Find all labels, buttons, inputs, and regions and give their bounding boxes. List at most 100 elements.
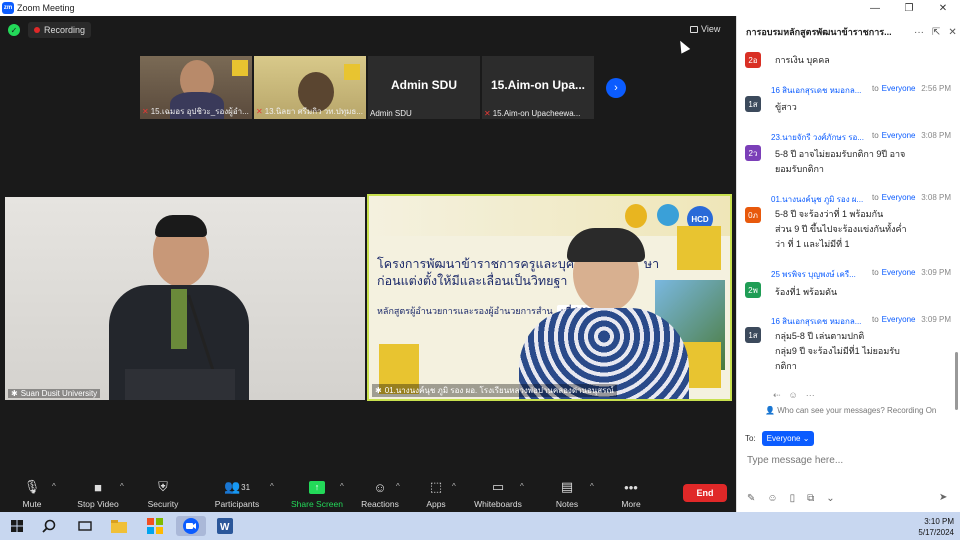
speaker-hair (567, 228, 645, 262)
reactions-label: Reactions (361, 499, 399, 509)
to-word: to (872, 131, 879, 140)
participants-label: Participants (214, 499, 260, 509)
apps-button[interactable]: ⬚ Apps (420, 478, 452, 509)
pop-out-icon[interactable]: ⇱ (932, 27, 940, 38)
windows-taskbar: W 3:10 PM 5/17/2024 (0, 512, 960, 540)
task-view-icon[interactable] (74, 516, 96, 536)
chevron-down-icon: ⌄ (802, 434, 810, 443)
message-line: กติกา (775, 361, 797, 371)
send-icon[interactable]: ➤ (939, 492, 947, 503)
chevron-down-icon[interactable]: ⌄ (826, 493, 834, 504)
word-app-icon[interactable]: W (214, 516, 236, 536)
video-options-chevron-icon[interactable]: ^ (120, 482, 124, 491)
to-word: to (872, 315, 879, 324)
message-text: ร้องที่1 พร้อมดัน (775, 287, 838, 297)
mute-button[interactable]: 🎙 Mute (14, 478, 50, 509)
participants-icon: 👥 (223, 479, 241, 494)
message-time: 3:08 PM (921, 193, 951, 202)
emblem-logo (625, 204, 647, 228)
message-more-icon[interactable]: ··· (806, 390, 815, 401)
recipient-select[interactable]: Everyone ⌄ (761, 431, 815, 446)
file-explorer-icon[interactable] (108, 516, 130, 536)
message-sender[interactable]: 23.นายจักรี วงศ์ภักษร รอ... (771, 131, 869, 144)
security-shield-icon[interactable]: ✓ (8, 24, 20, 36)
chat-panel: การอบรมหลักสูตรพัฒนาข้าราชการ... ··· ⇱ ✕… (736, 16, 960, 512)
shield-icon: ⛨ (158, 479, 168, 494)
apps-options-chevron-icon[interactable]: ^ (452, 482, 456, 491)
emoji-icon[interactable]: ☺ (767, 493, 777, 504)
share-screen-label: Share Screen (291, 499, 343, 509)
chat-scrollbar[interactable] (955, 352, 958, 410)
participant-name: 15.เฉมอร อุปชิวะ_รองผู้อำ... (150, 107, 249, 116)
video-tile-right[interactable]: HCD โครงการพัฒนาข้าราชการครูและบุคล ษา ก่… (367, 194, 732, 401)
message-time: 3:09 PM (921, 315, 951, 324)
chat-message: 0ภ 01.นางนงค์นุช ภูมิ รอง ผ... to Everyone… (737, 193, 953, 257)
next-page-button[interactable]: › (606, 78, 626, 98)
svg-text:W: W (220, 522, 230, 533)
security-label: Security (147, 499, 179, 509)
system-clock[interactable]: 3:10 PM 5/17/2024 (918, 516, 954, 538)
avatar: 2พ (745, 282, 761, 298)
add-reaction-icon[interactable]: ☺ (789, 390, 798, 401)
message-recipient: Everyone (881, 84, 916, 93)
participant-name: Admin SDU (370, 109, 412, 118)
message-sender[interactable]: 01.นางนงค์นุช ภูมิ รอง ผ... (771, 193, 869, 206)
message-sender[interactable]: 25 พรพิจร บุญพงษ์ เครื... (771, 268, 869, 281)
round-logo (657, 204, 679, 226)
search-icon[interactable] (38, 516, 60, 536)
minimize-button[interactable]: — (858, 3, 892, 14)
share-options-chevron-icon[interactable]: ^ (340, 482, 344, 491)
chat-message: 2อ การเงิน บุคคล (737, 52, 953, 74)
share-screen-icon: ↑ (309, 480, 325, 494)
tile-participant-name: 01.นางนงค์นุช ภูมิ รอง ผอ. โรงเรียนหลวงพ… (384, 386, 614, 395)
format-text-icon[interactable]: ✎ (747, 493, 755, 504)
screenshot-icon[interactable]: ⧉ (807, 493, 814, 504)
window-title: Zoom Meeting (17, 3, 75, 13)
mute-options-chevron-icon[interactable]: ^ (52, 482, 56, 491)
participants-button[interactable]: 👥 31 Participants (210, 478, 264, 509)
message-sender[interactable]: 16 สินเอกสุรเดช หมอกล... (771, 84, 869, 97)
pin-icon: ✱ (375, 386, 382, 395)
message-recipient: Everyone (881, 131, 916, 140)
participant-thumbnail[interactable]: ✕ 13.นิลยา ศรีมกิว วท.ปทุมธ... (254, 56, 366, 119)
more-options-icon[interactable]: ··· (914, 27, 924, 38)
participant-name: 15.Aim-on Upacheewa... (492, 109, 581, 118)
reply-icon[interactable]: ⇠ (773, 390, 781, 401)
share-screen-button[interactable]: ↑ Share Screen (290, 478, 344, 509)
zoom-app-icon[interactable] (176, 516, 206, 536)
file-icon[interactable]: ▯ (790, 493, 796, 504)
view-button[interactable]: View (690, 24, 720, 34)
end-meeting-button[interactable]: End (683, 484, 727, 502)
mouse-cursor-icon (675, 38, 691, 54)
security-button[interactable]: ⛨ Security (143, 478, 183, 509)
notes-options-chevron-icon[interactable]: ^ (590, 482, 594, 491)
who-can-see-link[interactable]: 👤 Who can see your messages? Recording O… (765, 406, 936, 415)
windows-start-icon[interactable] (6, 516, 28, 536)
message-recipient: Everyone (881, 268, 916, 277)
restore-button[interactable]: ❐ (892, 3, 926, 14)
stop-video-button[interactable]: ■ Stop Video (72, 478, 124, 510)
store-app-icon[interactable] (144, 516, 166, 536)
close-button[interactable]: ✕ (926, 3, 960, 14)
notes-button[interactable]: ▤ Notes (550, 478, 584, 509)
whiteboards-options-chevron-icon[interactable]: ^ (520, 482, 524, 491)
chat-message: 1ส 16 สินเอกสุรเดช หมอกล... to Everyone 3:0… (737, 315, 953, 379)
chat-header: การอบรมหลักสูตรพัฒนาข้าราชการ... ··· ⇱ ✕ (737, 16, 960, 48)
stop-video-label: Stop Video (77, 499, 119, 509)
message-sender[interactable]: 16 สินเอกสุรเดช หมอกล... (771, 315, 869, 328)
yellow-cube-shape (344, 64, 360, 80)
recording-dot-icon (34, 27, 40, 33)
recording-indicator[interactable]: Recording (28, 22, 92, 38)
more-button[interactable]: ••• More (614, 478, 648, 510)
participant-thumbnail[interactable]: ✕ 15.เฉมอร อุปชิวะ_รองผู้อำ... (140, 56, 252, 119)
meeting-area: ✓ Recording View ✕ 15.เฉมอร อุปชิวะ_รองผู… (0, 16, 736, 512)
message-text: การเงิน บุคคล (775, 55, 830, 65)
reactions-options-chevron-icon[interactable]: ^ (396, 482, 400, 491)
participants-options-chevron-icon[interactable]: ^ (270, 482, 274, 491)
whiteboards-button[interactable]: ▭ Whiteboards (470, 478, 526, 509)
video-tile-left[interactable]: ✱ Suan Dusit University (5, 197, 365, 400)
participant-thumbnail[interactable]: Admin SDU Admin SDU (368, 56, 480, 119)
close-chat-icon[interactable]: ✕ (948, 27, 956, 38)
message-input[interactable] (747, 453, 947, 467)
participant-thumbnail[interactable]: 15.Aim-on Upa... ✕ 15.Aim-on Upacheewa... (482, 56, 594, 119)
